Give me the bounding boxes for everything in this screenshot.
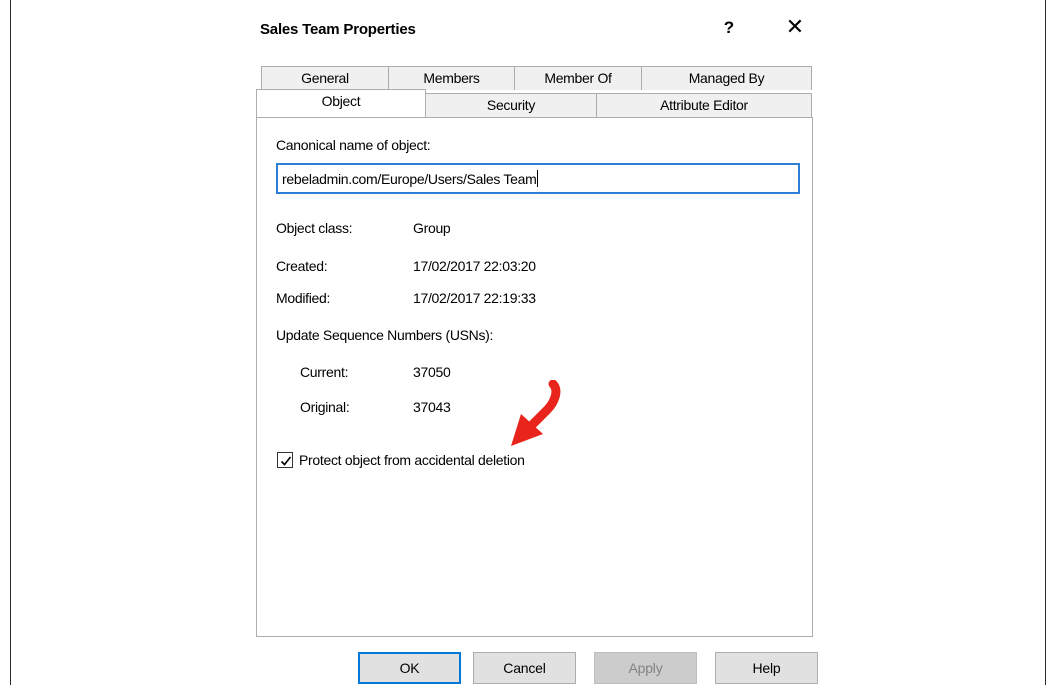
annotation-arrow-icon bbox=[511, 380, 561, 446]
object-class-value: Group bbox=[413, 220, 451, 236]
object-tab-panel: Canonical name of object: rebeladmin.com… bbox=[256, 117, 813, 637]
tab-general[interactable]: General bbox=[261, 66, 389, 90]
modified-label: Modified: bbox=[276, 290, 331, 306]
checkmark-icon bbox=[280, 456, 292, 466]
protect-label[interactable]: Protect object from accidental deletion bbox=[299, 452, 525, 468]
help-button[interactable]: Help bbox=[715, 652, 818, 684]
protect-checkbox[interactable] bbox=[277, 452, 293, 468]
ok-button[interactable]: OK bbox=[358, 652, 461, 684]
tab-attribute-editor[interactable]: Attribute Editor bbox=[596, 93, 812, 117]
tab-member-of[interactable]: Member Of bbox=[514, 66, 642, 90]
usn-original-value: 37043 bbox=[413, 399, 451, 415]
dialog-title: Sales Team Properties bbox=[260, 21, 416, 38]
tab-security[interactable]: Security bbox=[425, 93, 597, 117]
help-icon[interactable]: ? bbox=[717, 14, 741, 42]
canonical-name-field[interactable]: rebeladmin.com/Europe/Users/Sales Team bbox=[276, 163, 800, 194]
usn-current-value: 37050 bbox=[413, 364, 451, 380]
tab-members[interactable]: Members bbox=[388, 66, 515, 90]
canonical-name-value: rebeladmin.com/Europe/Users/Sales Team bbox=[282, 171, 537, 187]
created-value: 17/02/2017 22:03:20 bbox=[413, 258, 536, 274]
object-class-label: Object class: bbox=[276, 220, 353, 236]
created-label: Created: bbox=[276, 258, 328, 274]
left-border bbox=[10, 0, 11, 685]
right-border bbox=[1045, 0, 1046, 685]
modified-value: 17/02/2017 22:19:33 bbox=[413, 290, 536, 306]
text-caret bbox=[537, 170, 539, 187]
usn-current-label: Current: bbox=[300, 364, 349, 380]
close-icon[interactable]: ✕ bbox=[781, 12, 809, 42]
usn-heading: Update Sequence Numbers (USNs): bbox=[276, 327, 494, 343]
tab-managed-by[interactable]: Managed By bbox=[641, 66, 812, 90]
cancel-button[interactable]: Cancel bbox=[473, 652, 576, 684]
usn-original-label: Original: bbox=[300, 399, 350, 415]
properties-dialog: Sales Team Properties ? ✕ General Member… bbox=[247, 0, 822, 685]
apply-button[interactable]: Apply bbox=[594, 652, 697, 684]
tab-object[interactable]: Object bbox=[256, 89, 426, 117]
canonical-name-label: Canonical name of object: bbox=[276, 137, 431, 153]
